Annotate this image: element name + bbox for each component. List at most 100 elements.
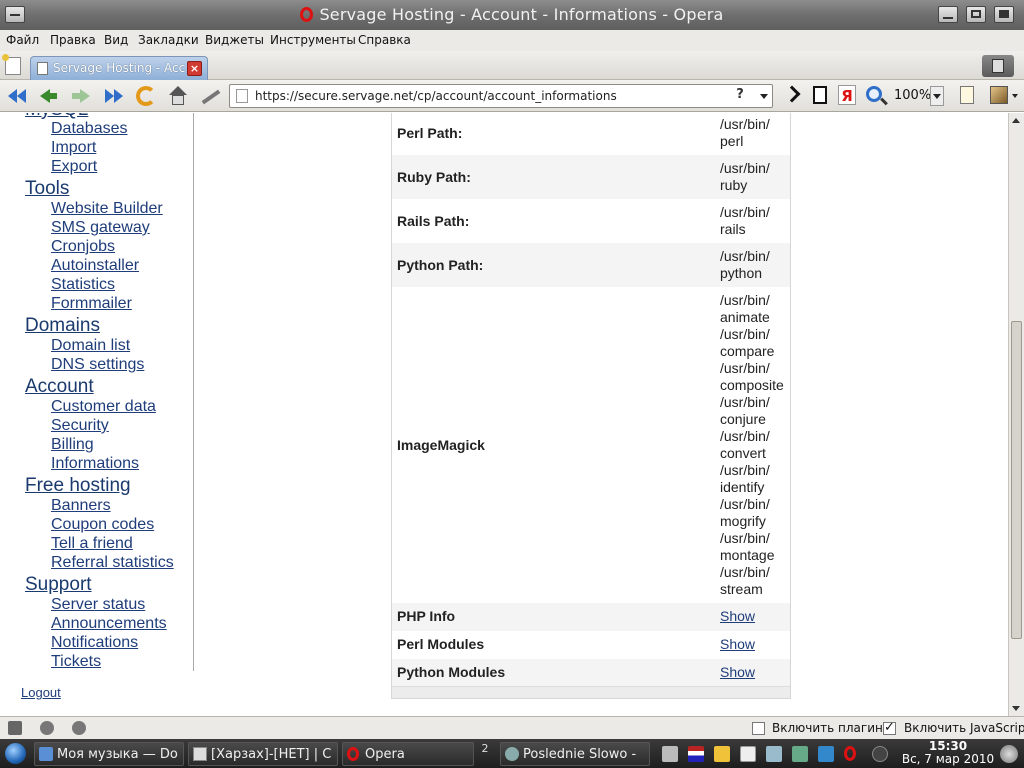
site-info-icon[interactable]: ? — [730, 87, 750, 105]
sidebar-item-databases[interactable]: Databases — [51, 120, 128, 138]
scroll-thumb[interactable] — [1011, 321, 1022, 639]
row-key: ImageMagick — [397, 437, 485, 453]
scroll-up-icon[interactable] — [1012, 118, 1020, 123]
close-tab-icon[interactable]: × — [187, 61, 202, 76]
desktop-pager[interactable]: 2 — [478, 742, 492, 766]
sidebar-item-tell-a-friend[interactable]: Tell a friend — [51, 535, 133, 553]
sidebar-item-export[interactable]: Export — [51, 158, 97, 176]
address-bar[interactable]: https://secure.servage.net/cp/account/ac… — [229, 84, 773, 108]
python-modules-show-link[interactable]: Show — [720, 664, 790, 681]
scroll-down-icon[interactable] — [1012, 706, 1020, 711]
network-tray-icon[interactable] — [766, 746, 782, 762]
folder-icon[interactable] — [714, 746, 730, 762]
sidebar-item-referral-statistics[interactable]: Referral statistics — [51, 554, 174, 572]
yandex-search-icon[interactable]: Я — [834, 83, 860, 109]
tab-bar: Servage Hosting - Acc... × — [0, 51, 1024, 80]
back-icon[interactable] — [36, 83, 62, 109]
menu-edit[interactable]: Правка — [50, 33, 96, 47]
tab-active[interactable]: Servage Hosting - Acc... × — [30, 56, 208, 80]
rewind-icon[interactable] — [6, 83, 32, 109]
row-value: /usr/bin/animate /usr/bin/compare /usr/b… — [720, 292, 784, 597]
url-text[interactable]: https://secure.servage.net/cp/account/ac… — [255, 89, 617, 103]
menu-help[interactable]: Справка — [358, 33, 411, 47]
home-icon[interactable] — [165, 83, 191, 109]
maximize-button[interactable] — [966, 6, 986, 23]
sidebar-item-tickets[interactable]: Tickets — [51, 653, 101, 671]
panel-icon[interactable] — [988, 83, 1018, 109]
info-icon[interactable] — [872, 746, 888, 762]
sidebar-item-import[interactable]: Import — [51, 139, 96, 157]
clock[interactable]: 15:30 Вс, 7 мар 2010 — [900, 740, 996, 766]
close-window-button[interactable] — [994, 6, 1014, 23]
sidebar-item-security[interactable]: Security — [51, 417, 109, 435]
menu-widgets[interactable]: Виджеты — [205, 33, 264, 47]
keyboard-layout-icon[interactable] — [688, 746, 704, 762]
opera-tray-icon[interactable] — [844, 746, 856, 761]
fast-forward-icon[interactable] — [100, 83, 126, 109]
zoom-control[interactable]: 100% — [862, 84, 948, 108]
panels-icon[interactable] — [8, 721, 22, 735]
sidebar-item-announcements[interactable]: Announcements — [51, 615, 167, 633]
sidebar-item-sms-gateway[interactable]: SMS gateway — [51, 219, 150, 237]
sidebar-item-banners[interactable]: Banners — [51, 497, 111, 515]
sidebar-section-support[interactable]: Support — [25, 574, 92, 596]
menu-file[interactable]: Файл — [6, 33, 39, 47]
sidebar-item-server-status[interactable]: Server status — [51, 596, 145, 614]
sidebar-item-formmailer[interactable]: Formmailer — [51, 295, 132, 313]
perl-modules-show-link[interactable]: Show — [720, 636, 790, 653]
sidebar-section-free-hosting[interactable]: Free hosting — [25, 475, 131, 497]
sidebar-section-domains[interactable]: Domains — [25, 315, 100, 337]
plugins-label: Включить плагины — [772, 721, 893, 735]
go-icon[interactable] — [780, 83, 806, 109]
pages-icon[interactable] — [808, 83, 834, 109]
tool-icon[interactable] — [792, 746, 808, 762]
menu-bookmarks[interactable]: Закладки — [138, 33, 199, 47]
trash-icon[interactable] — [982, 55, 1014, 77]
sidebar-item-billing[interactable]: Billing — [51, 436, 94, 454]
opera-logo-icon — [300, 7, 314, 22]
zoom-value: 100% — [894, 88, 932, 103]
speed-dial-icon[interactable] — [72, 721, 86, 735]
clipboard-icon[interactable] — [740, 746, 756, 762]
new-tab-icon[interactable] — [2, 54, 21, 75]
sidebar-item-website-builder[interactable]: Website Builder — [51, 200, 163, 218]
task-poslednie[interactable]: Poslednie Slowo - — [500, 742, 650, 766]
sidebar-item-autoinstaller[interactable]: Autoinstaller — [51, 257, 139, 275]
row-key: Python Path: — [397, 257, 484, 273]
sidebar-item-customer-data[interactable]: Customer data — [51, 398, 156, 416]
sidebar-item-informations[interactable]: Informations — [51, 455, 139, 473]
sidebar-item-notifications[interactable]: Notifications — [51, 634, 138, 652]
sidebar-item-statistics[interactable]: Statistics — [51, 276, 115, 294]
edit-pencil-icon[interactable] — [197, 83, 223, 109]
start-menu-icon[interactable] — [5, 743, 26, 764]
window-titlebar[interactable]: Servage Hosting - Account - Informations… — [0, 0, 1024, 30]
menu-view[interactable]: Вид — [104, 33, 128, 47]
row-value: /usr/bin/perl — [720, 116, 770, 149]
sidebar-item-cronjobs[interactable]: Cronjobs — [51, 238, 115, 256]
page-actions-icon[interactable] — [956, 83, 982, 109]
zoom-dropdown-icon[interactable] — [930, 86, 944, 106]
reload-icon[interactable] — [133, 83, 159, 109]
address-history-dropdown-icon[interactable] — [760, 94, 768, 99]
php-info-show-link[interactable]: Show — [720, 608, 790, 625]
forward-icon[interactable] — [68, 83, 94, 109]
desktop-icon[interactable] — [1000, 745, 1018, 763]
task-terminal[interactable]: [Харзах]-[НЕТ] | C — [188, 742, 338, 766]
volume-icon[interactable] — [662, 746, 678, 762]
sidebar-item-coupon-codes[interactable]: Coupon codes — [51, 516, 154, 534]
plugins-checkbox[interactable] — [752, 722, 765, 735]
sidebar-item-domain-list[interactable]: Domain list — [51, 337, 130, 355]
task-music[interactable]: Моя музыка — Do — [34, 742, 184, 766]
minimize-button[interactable] — [938, 6, 958, 23]
vertical-scrollbar[interactable] — [1008, 113, 1024, 716]
task-opera[interactable]: Opera — [342, 742, 474, 766]
logout-link[interactable]: Logout — [21, 685, 61, 700]
javascript-checkbox[interactable] — [883, 720, 896, 735]
table-row: Rails Path: /usr/bin/rails — [392, 199, 790, 243]
menu-tools[interactable]: Инструменты — [270, 33, 356, 47]
updates-icon[interactable] — [818, 746, 834, 762]
sidebar-item-dns-settings[interactable]: DNS settings — [51, 356, 144, 374]
sidebar-section-account[interactable]: Account — [25, 376, 94, 398]
sidebar-section-tools[interactable]: Tools — [25, 178, 69, 200]
network-icon[interactable] — [40, 721, 54, 735]
